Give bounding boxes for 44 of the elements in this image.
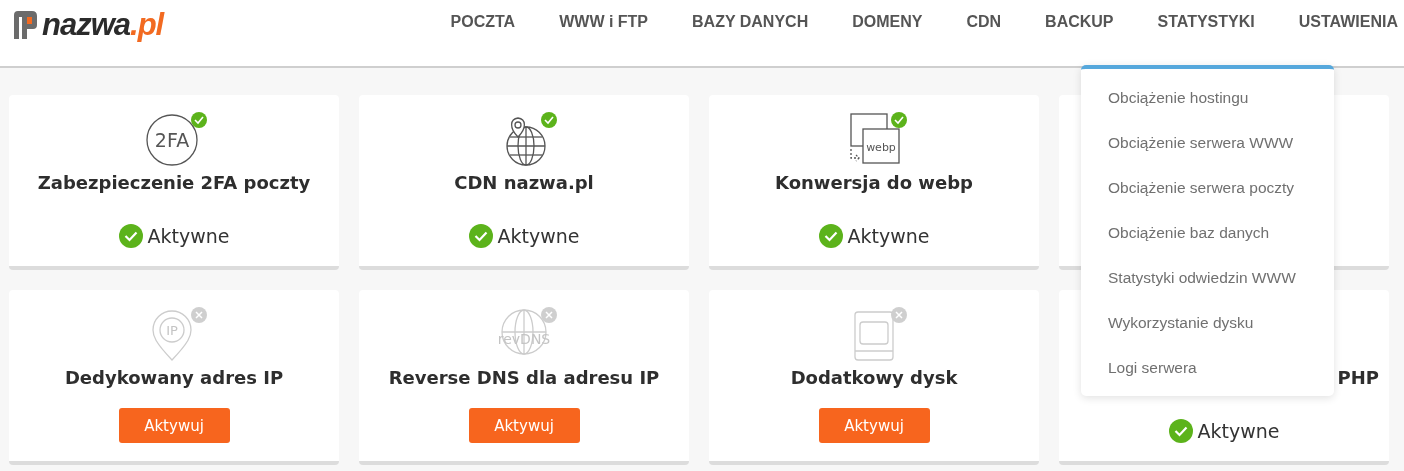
icon-label: 2FA bbox=[154, 129, 190, 151]
menu-item[interactable]: Obciążenie serwera poczty bbox=[1081, 165, 1334, 210]
status-label: Aktywne bbox=[497, 225, 580, 247]
nav-link[interactable]: STATYSTYKI bbox=[1157, 12, 1255, 32]
status-label: Aktywne bbox=[847, 225, 930, 247]
icon-label: webp bbox=[866, 141, 896, 154]
disk-drive-icon bbox=[854, 311, 894, 361]
menu-item[interactable]: Obciążenie baz danych bbox=[1081, 210, 1334, 255]
card-title: Konwersja do webp bbox=[775, 171, 973, 195]
circle-icon bbox=[146, 114, 198, 166]
status-label: Aktywne bbox=[147, 225, 230, 247]
nav-link[interactable]: WWW i FTP bbox=[559, 12, 649, 32]
globe-pin-icon bbox=[506, 117, 546, 166]
location-pin-icon bbox=[152, 310, 192, 361]
card-title: PHP bbox=[1337, 366, 1379, 390]
menu-item[interactable]: Wykorzystanie dysku bbox=[1081, 300, 1334, 345]
check-circle-icon bbox=[1168, 419, 1193, 443]
card-title: Zabezpieczenie 2FA poczty bbox=[37, 171, 311, 195]
nav-link[interactable]: DOMENY bbox=[852, 12, 923, 32]
check-circle-icon bbox=[818, 224, 843, 248]
nav-link[interactable]: USTAWIENIA bbox=[1298, 12, 1398, 32]
status-label: Aktywne bbox=[1197, 420, 1280, 442]
menu-item[interactable]: Obciążenie hostingu bbox=[1081, 75, 1334, 120]
image-convert-icon bbox=[850, 113, 900, 164]
activate-button[interactable]: Aktywuj bbox=[818, 408, 930, 443]
icon-label: revDNS bbox=[497, 331, 551, 347]
nav-link[interactable]: BAZY DANYCH bbox=[692, 12, 809, 32]
check-circle-icon bbox=[468, 224, 493, 248]
logo-suffix[interactable]: .pl bbox=[130, 7, 164, 43]
nav-link[interactable]: POCZTA bbox=[450, 12, 516, 32]
nav-link[interactable]: BACKUP bbox=[1045, 12, 1114, 32]
menu-item[interactable]: Logi serwera bbox=[1081, 345, 1334, 390]
card-title: CDN nazwa.pl bbox=[454, 171, 594, 195]
card-title: Dedykowany adres IP bbox=[64, 366, 284, 390]
menu-item[interactable]: Obciążenie serwera WWW bbox=[1081, 120, 1334, 165]
card-title: Reverse DNS dla adresu IP bbox=[388, 366, 660, 390]
nav-link[interactable]: CDN bbox=[966, 12, 1002, 32]
activate-button[interactable]: Aktywuj bbox=[468, 408, 580, 443]
logo-text[interactable]: nazwa bbox=[42, 7, 131, 43]
check-circle-icon bbox=[118, 224, 143, 248]
activate-button[interactable]: Aktywuj bbox=[118, 408, 230, 443]
menu-item[interactable]: Statystyki odwiedzin WWW bbox=[1081, 255, 1334, 300]
card-title: Dodatkowy dysk bbox=[790, 366, 958, 390]
icon-label: IP bbox=[166, 323, 178, 338]
